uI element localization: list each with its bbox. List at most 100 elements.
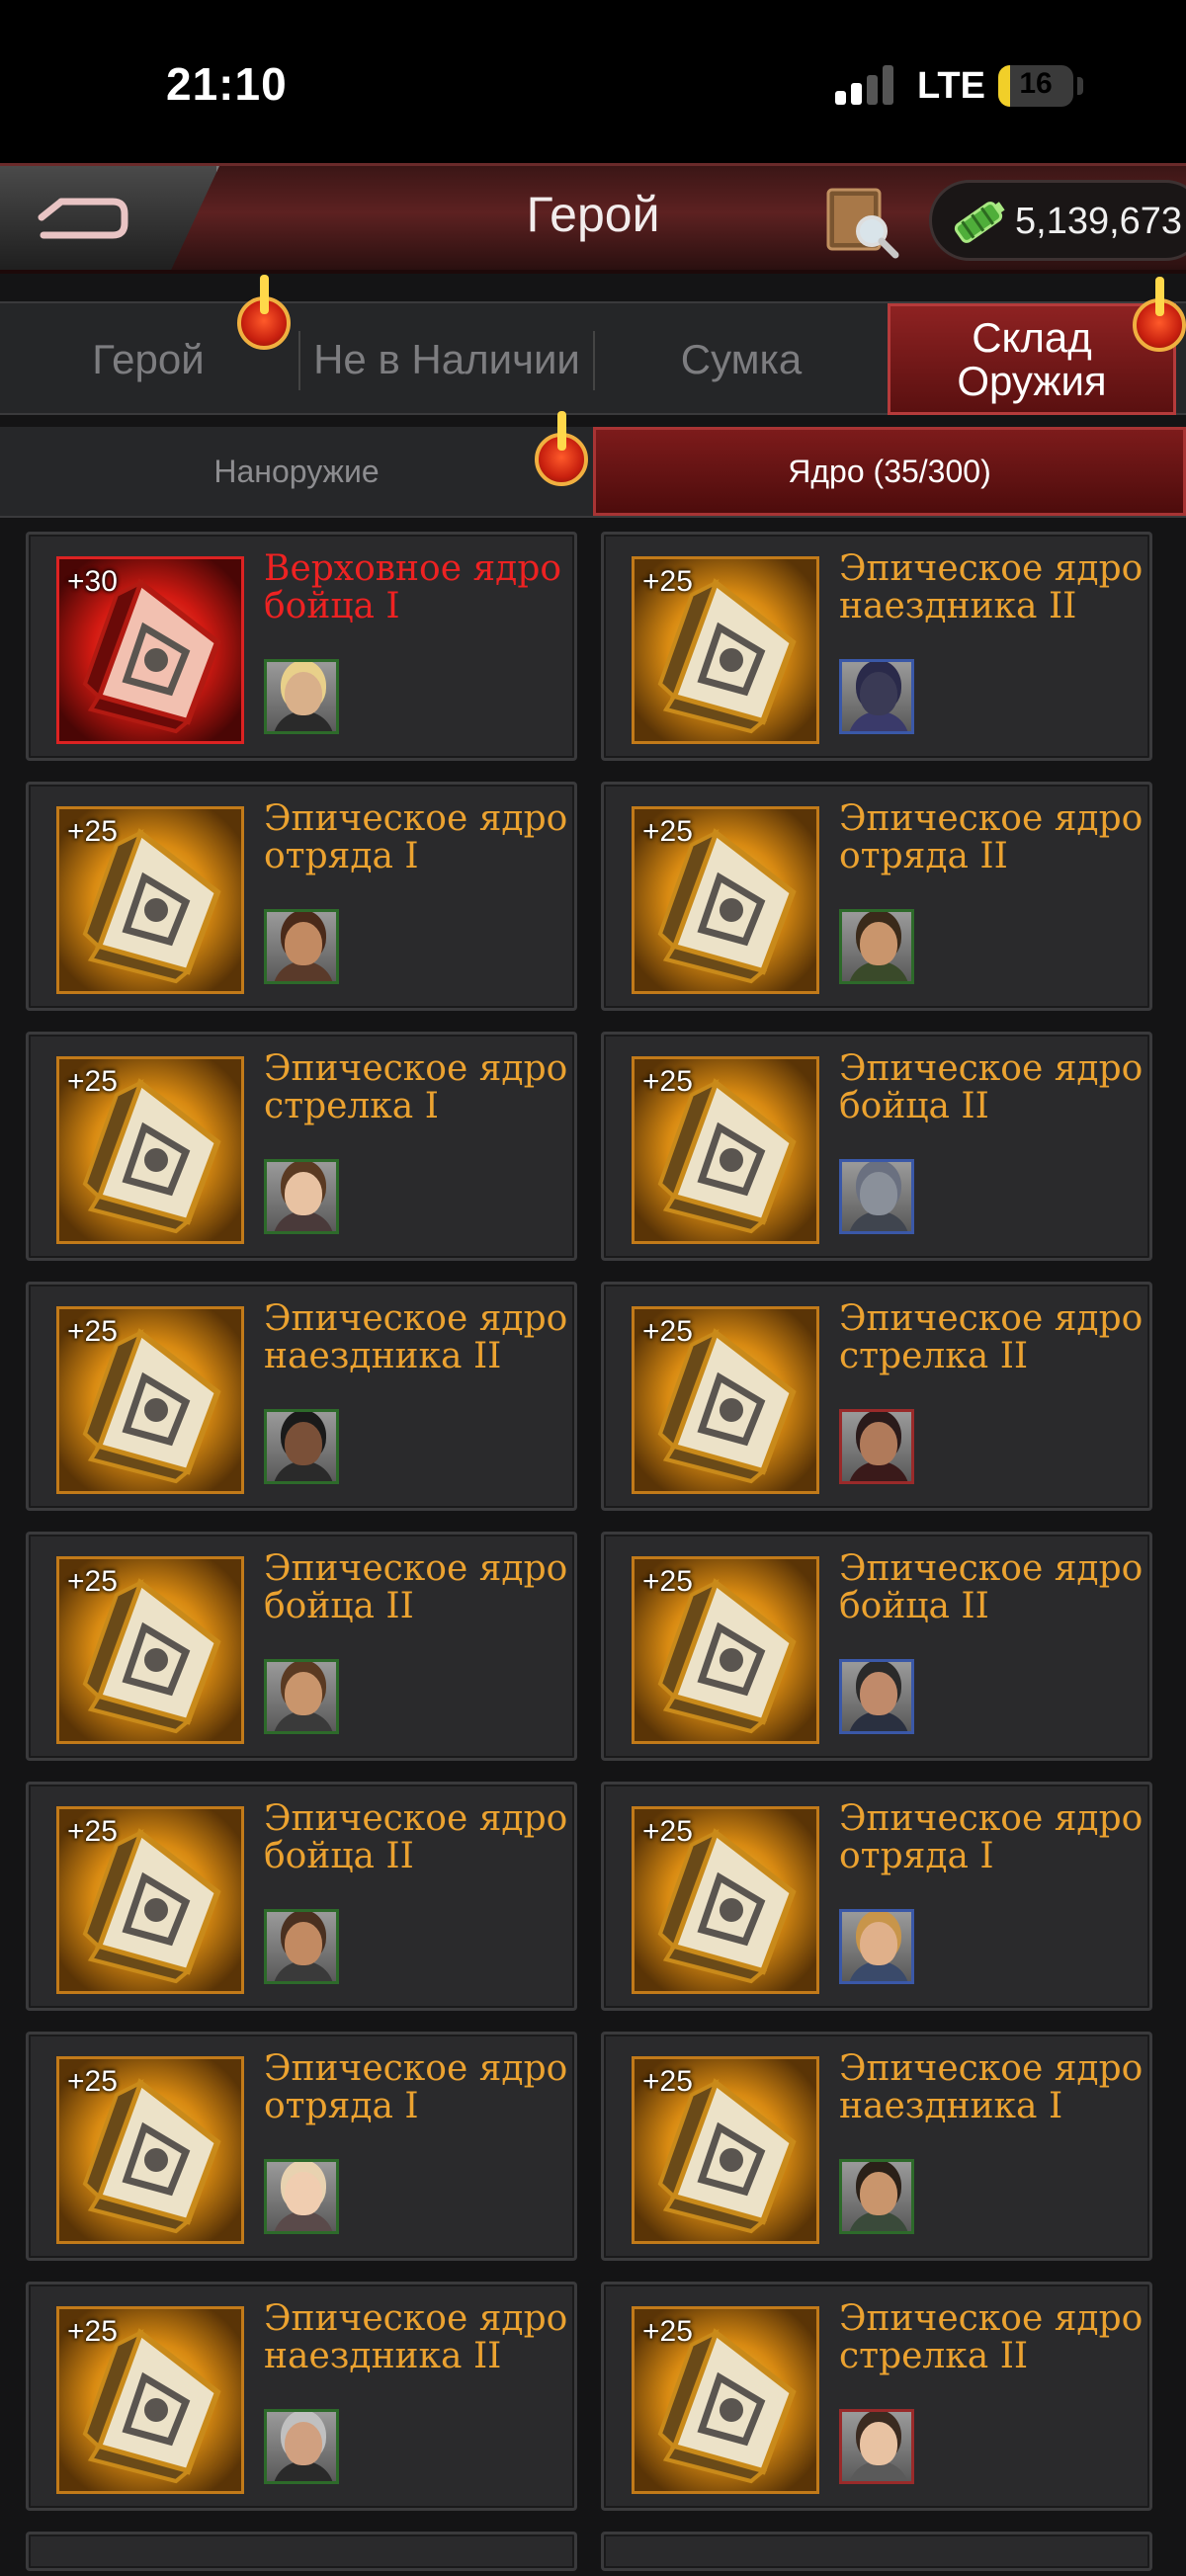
core-level: +25 — [67, 1315, 118, 1348]
core-level: +25 — [67, 1565, 118, 1598]
signal-icon — [835, 65, 896, 105]
avatar-face — [285, 1922, 322, 1965]
battery-icon: 16 — [998, 65, 1073, 107]
core-thumbnail: +25 — [56, 1556, 244, 1744]
core-name: Эпическое ядро бойца II — [264, 1548, 568, 1626]
core-item-card[interactable]: +25 Эпическое ядро стрелка II — [601, 1282, 1152, 1511]
core-name: Верховное ядро бойца I — [264, 548, 562, 626]
core-item-card[interactable]: +25 Эпическое ядро наездника II — [601, 532, 1152, 761]
core-level: +25 — [67, 1815, 118, 1848]
core-name: Эпическое ядро стрелка II — [839, 1298, 1144, 1376]
core-level: +25 — [67, 2065, 118, 2098]
notification-badge-icon — [535, 411, 588, 486]
avatar-face — [860, 922, 897, 965]
core-thumbnail: +25 — [56, 806, 244, 994]
core-thumbnail: +25 — [632, 2306, 819, 2494]
core-item-card[interactable]: +25 Эпическое ядро наездника I — [601, 2032, 1152, 2261]
hero-avatar[interactable] — [264, 1159, 339, 1234]
core-name: Эпическое ядро стрелка II — [839, 2298, 1144, 2376]
hero-avatar[interactable] — [839, 1909, 914, 1984]
core-level: +25 — [642, 1565, 693, 1598]
hero-avatar[interactable] — [839, 1409, 914, 1484]
tab-core[interactable]: Ядро (35/300) — [593, 427, 1186, 516]
core-name: Эпическое ядро бойца II — [264, 1798, 568, 1876]
core-item-card[interactable]: +25 Эпическое ядро бойца II — [601, 1532, 1152, 1761]
battery-tip — [1077, 77, 1083, 95]
hero-avatar[interactable] — [264, 1909, 339, 1984]
core-name: Эпическое ядро бойца II — [839, 1048, 1144, 1126]
core-level: +25 — [67, 2315, 118, 2348]
core-name: Эпическое ядро наездника II — [264, 2298, 568, 2376]
core-name: Эпическое ядро отряда I — [839, 1798, 1144, 1876]
avatar-face — [860, 1172, 897, 1215]
core-item-card[interactable]: +30 Верховное ядро бойца I — [26, 532, 577, 761]
core-thumbnail: +25 — [632, 556, 819, 744]
sub-tabs: Наноружие Ядро (35/300) — [0, 427, 1186, 518]
core-thumbnail: +25 — [56, 2306, 244, 2494]
avatar-face — [285, 1422, 322, 1465]
core-item-card[interactable]: +25 Эпическое ядро отряда I — [26, 2032, 577, 2261]
core-level: +25 — [642, 2315, 693, 2348]
core-name: Эпическое ядро наездника II — [839, 548, 1144, 626]
core-level: +25 — [642, 815, 693, 848]
hero-avatar[interactable] — [264, 2409, 339, 2484]
core-item-card[interactable]: +25 Эпическое ядро бойца II — [601, 1032, 1152, 1261]
core-level: +25 — [642, 1815, 693, 1848]
core-thumbnail: +30 — [56, 556, 244, 744]
hero-avatar[interactable] — [264, 2159, 339, 2234]
core-thumbnail: +25 — [632, 1056, 819, 1244]
core-item-card[interactable] — [26, 2532, 577, 2571]
avatar-face — [860, 1922, 897, 1965]
tab-bag[interactable]: Сумка — [595, 303, 888, 415]
core-item-card[interactable]: +25 Эпическое ядро бойца II — [26, 1532, 577, 1761]
core-level: +25 — [67, 815, 118, 848]
header-bar: Герой 5,139,673 — [0, 163, 1186, 274]
tab-not-available[interactable]: Не в Наличии — [300, 303, 593, 415]
core-level: +25 — [642, 1065, 693, 1098]
hero-avatar[interactable] — [264, 1659, 339, 1734]
core-thumbnail: +25 — [632, 1556, 819, 1744]
core-item-card[interactable]: +25 Эпическое ядро отряда I — [601, 1782, 1152, 2011]
hero-avatar[interactable] — [264, 909, 339, 984]
hero-avatar[interactable] — [839, 909, 914, 984]
core-item-card[interactable]: +25 Эпическое ядро отряда II — [601, 782, 1152, 1011]
core-thumbnail: +25 — [632, 1806, 819, 1994]
core-item-card[interactable]: +25 Эпическое ядро наездника II — [26, 1282, 577, 1511]
core-level: +25 — [67, 1065, 118, 1098]
core-item-card[interactable]: +25 Эпическое ядро бойца II — [26, 1782, 577, 2011]
core-item-card[interactable]: +25 Эпическое ядро стрелка I — [26, 1032, 577, 1261]
tab-nanoweapon[interactable]: Наноружие — [0, 427, 593, 516]
avatar-face — [285, 2172, 322, 2215]
hero-avatar[interactable] — [839, 2409, 914, 2484]
avatar-face — [285, 672, 322, 715]
core-item-card[interactable]: +25 Эпическое ядро отряда I — [26, 782, 577, 1011]
hero-avatar[interactable] — [839, 1659, 914, 1734]
core-item-card[interactable]: +25 Эпическое ядро наездника II — [26, 2282, 577, 2511]
book-magnifier-icon[interactable] — [820, 184, 901, 259]
resource-counter[interactable]: 5,139,673 — [929, 180, 1186, 261]
hero-avatar[interactable] — [839, 2159, 914, 2234]
core-thumbnail: +25 — [632, 2056, 819, 2244]
avatar-face — [860, 2172, 897, 2215]
avatar-face — [860, 2422, 897, 2465]
core-thumbnail: +25 — [632, 1306, 819, 1494]
core-name: Эпическое ядро бойца II — [839, 1548, 1144, 1626]
core-item-card[interactable]: +25 Эпическое ядро стрелка II — [601, 2282, 1152, 2511]
core-name: Эпическое ядро отряда I — [264, 2048, 568, 2126]
hero-avatar[interactable] — [839, 1159, 914, 1234]
avatar-face — [860, 672, 897, 715]
main-tabs: Герой Не в Наличии Сумка Склад Оружия — [0, 301, 1186, 415]
status-time: 21:10 — [166, 58, 288, 110]
notification-badge-icon — [237, 275, 291, 350]
core-name: Эпическое ядро отряда II — [839, 798, 1144, 876]
avatar-face — [285, 922, 322, 965]
hero-avatar[interactable] — [839, 659, 914, 734]
core-level: +25 — [642, 1315, 693, 1348]
core-level: +30 — [67, 565, 118, 598]
avatar-face — [285, 2422, 322, 2465]
battery-level: 16 — [1019, 67, 1053, 100]
core-item-card[interactable] — [601, 2532, 1152, 2571]
avatar-face — [860, 1422, 897, 1465]
hero-avatar[interactable] — [264, 659, 339, 734]
hero-avatar[interactable] — [264, 1409, 339, 1484]
